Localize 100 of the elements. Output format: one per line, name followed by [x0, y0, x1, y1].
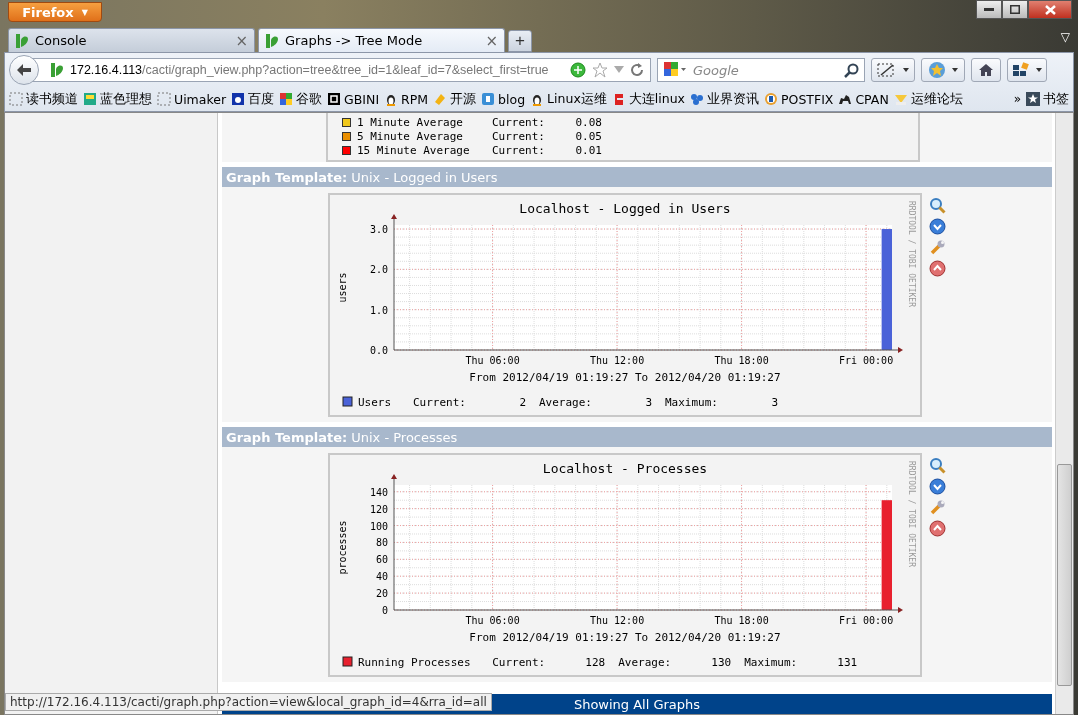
screenshot-button[interactable] [871, 58, 915, 82]
bookmark-link[interactable]: 开源 [433, 90, 477, 108]
axis-label: processes [337, 520, 348, 575]
caret-icon [1036, 68, 1042, 72]
address-field[interactable]: 172.16.4.113/cacti/graph_view.php?action=tree&tree_id=1&leaf_id=7&select_first=true [33, 58, 651, 82]
time-range: From 2012/04/19 01:19:27 To 2012/04/20 01:19:27 [469, 631, 781, 644]
legend-label: 15 Minute Average [357, 143, 471, 157]
close-icon [1044, 4, 1056, 15]
stat-label: Current: [492, 143, 546, 157]
tick-label: Thu 12:00 [589, 355, 645, 366]
scrollbar[interactable] [1055, 113, 1073, 714]
bookmark-link[interactable]: GBINI [327, 91, 380, 107]
tick-label: 0.0 [369, 345, 388, 356]
reload-icon[interactable] [630, 63, 644, 77]
close-button[interactable] [1028, 0, 1072, 19]
time-range: From 2012/04/19 01:19:27 To 2012/04/20 01:19:27 [469, 371, 781, 384]
minimize-icon [984, 7, 994, 12]
credit-text: RRDTOOL / TOBI OETIKER [907, 201, 916, 307]
g-box-icon [327, 92, 342, 106]
bookmark-link[interactable]: 蓝色理想 [83, 90, 152, 108]
bookmarks-menu[interactable]: 书签 [1026, 90, 1069, 108]
download-icon[interactable] [929, 478, 946, 495]
url-host: 172.16.4.113 [70, 63, 143, 77]
apps-button[interactable] [1007, 58, 1047, 82]
new-tab-button[interactable]: + [508, 30, 532, 52]
tick-label: Fri 00:00 [838, 355, 894, 366]
stat-label: Average: [539, 396, 592, 409]
leaf-icon [50, 62, 64, 78]
browser-tab[interactable]: Graphs -> Tree Mode × [258, 28, 505, 52]
header-label: Graph Template: [226, 169, 348, 185]
dashed-square-icon [157, 92, 171, 106]
bookmark-link[interactable]: blog [481, 91, 526, 107]
leaf-icon [15, 32, 29, 49]
addon-button[interactable] [921, 58, 965, 82]
blobs-icon [690, 92, 704, 106]
stat-value: 3 [771, 396, 778, 409]
legend-label: 5 Minute Average [357, 129, 464, 143]
stat-value: 0.05 [574, 129, 602, 143]
arrow-up-icon[interactable] [929, 260, 946, 277]
stat-label: Maximum: [744, 656, 798, 669]
tick-label: 40 [375, 571, 388, 583]
squares-icon [663, 61, 687, 79]
stat-label: Average: [618, 656, 672, 669]
bookmark-link[interactable]: 读书频道 [9, 90, 78, 108]
tick-label: Thu 18:00 [714, 355, 769, 366]
download-icon[interactable] [929, 218, 946, 235]
bookmark-link[interactable]: 百度 [231, 90, 275, 108]
square-icon [481, 92, 496, 106]
tick-label: 1.0 [369, 304, 388, 316]
home-icon [978, 63, 994, 77]
header-label: Graph Template: [226, 429, 348, 445]
bookmark-link[interactable]: 业界资讯 [690, 90, 759, 108]
legend-label: Running Processes [358, 656, 471, 669]
star-icon[interactable] [592, 62, 608, 78]
tick-label: 20 [375, 588, 388, 600]
tick-label: Thu 06:00 [465, 355, 520, 366]
tick-label: Thu 06:00 [465, 615, 520, 626]
browser-tab[interactable]: Console × [8, 28, 255, 52]
legend-label: 1 Minute Average [357, 115, 464, 129]
bookmark-link[interactable]: Uimaker [157, 91, 227, 107]
arrow-up-icon[interactable] [929, 520, 946, 537]
tick-label: 100 [369, 520, 388, 532]
arrow-left-icon [16, 63, 32, 77]
bookmark-link[interactable]: 运维论坛 [893, 90, 963, 108]
tick-label: Thu 12:00 [589, 615, 645, 626]
bookmark-link[interactable]: Linux运维 [530, 90, 607, 108]
status-bar: http://172.16.4.113/cacti/graph.php?action=view&local_graph_id=4&rra_id=all [5, 693, 492, 711]
home-button[interactable] [971, 58, 1001, 82]
maximize-button[interactable] [1002, 0, 1028, 19]
stat-value: 2 [519, 396, 526, 409]
bookmark-link[interactable]: CPAN [838, 91, 889, 107]
bookmark-link[interactable]: POSTFIX [764, 91, 834, 107]
back-button[interactable] [9, 55, 39, 85]
more-bookmarks-button[interactable]: » [1013, 92, 1021, 106]
tab-close[interactable]: × [485, 31, 498, 50]
tick-label: 2.0 [369, 264, 388, 276]
bookmark-link[interactable]: 谷歌 [279, 90, 323, 108]
tab-close[interactable]: × [235, 31, 248, 50]
tab-title: Console [35, 33, 88, 48]
tile-icon [83, 92, 97, 106]
bookmark-link[interactable]: RPM [384, 91, 429, 107]
stat-value: 0.01 [574, 143, 602, 157]
legend-label: Users [358, 396, 392, 409]
url-path: /cacti/graph_view.php?action=tree&tree_id=1&leaf_id=7&select_first=true [142, 63, 549, 77]
tick-label: 60 [375, 554, 388, 566]
zoom-icon[interactable] [929, 197, 946, 214]
stat-label: Maximum: [665, 396, 718, 409]
search-icon[interactable] [844, 62, 859, 78]
scrollbar-thumb[interactable] [1057, 464, 1072, 686]
stat-value: 3 [645, 396, 652, 409]
tick-label: 140 [369, 486, 388, 498]
stat-value: 131 [837, 656, 858, 669]
minimize-button[interactable] [976, 0, 1002, 19]
tab-list-button[interactable]: ▽ [1060, 30, 1070, 44]
stat-label: Current: [492, 115, 546, 129]
star-icon [1026, 92, 1040, 106]
zoom-icon[interactable] [929, 457, 946, 474]
tab-title: Graphs -> Tree Mode [285, 33, 424, 48]
bookmark-link[interactable]: 大连linux [611, 90, 685, 108]
search-field[interactable]: Google [657, 58, 865, 82]
